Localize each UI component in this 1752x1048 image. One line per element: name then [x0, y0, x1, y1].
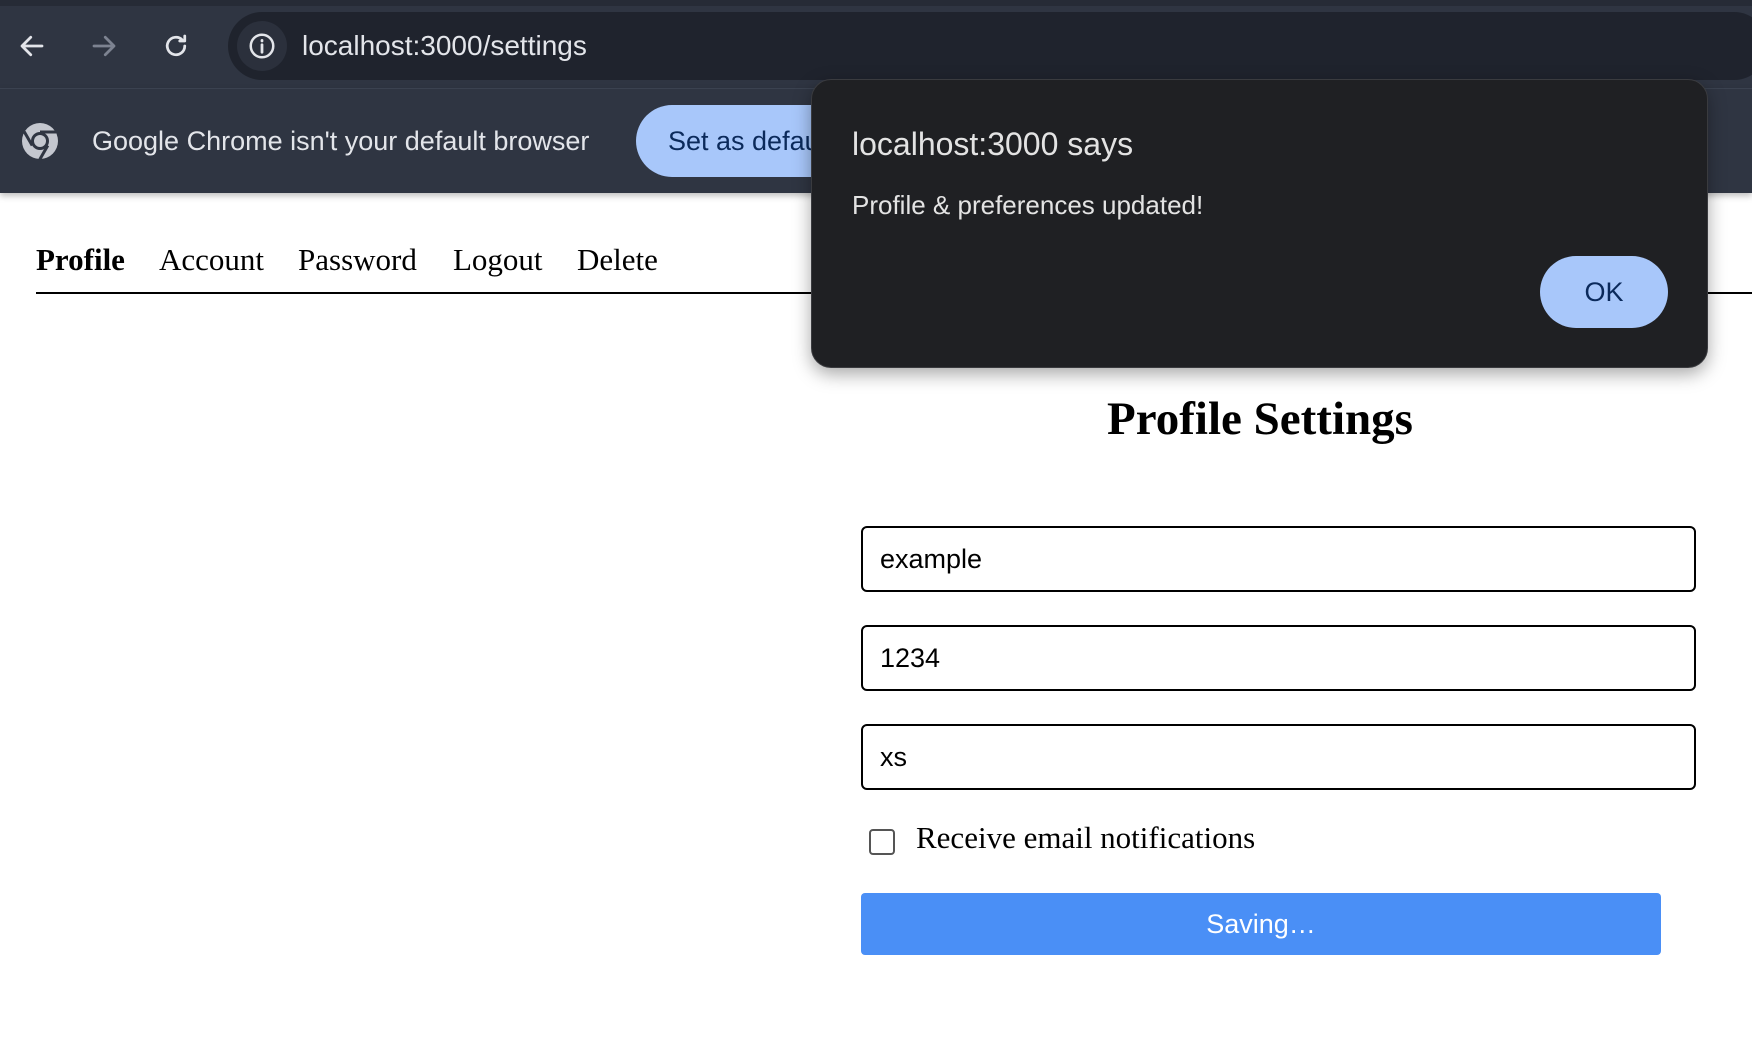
profile-field-2[interactable]	[861, 625, 1696, 691]
page-title: Profile Settings	[1107, 393, 1413, 445]
back-button[interactable]	[14, 28, 50, 64]
nav-profile[interactable]: Profile	[36, 242, 125, 278]
alert-message: Profile & preferences updated!	[852, 190, 1204, 220]
info-icon	[249, 33, 275, 59]
email-notifications-checkbox[interactable]	[869, 829, 895, 855]
chrome-logo-icon	[22, 123, 58, 161]
nav-delete[interactable]: Delete	[577, 242, 658, 278]
browser-toolbar: localhost:3000/settings	[0, 0, 1752, 88]
alert-ok-button[interactable]: OK	[1540, 256, 1668, 328]
nav-account[interactable]: Account	[159, 242, 264, 278]
alert-dialog: localhost:3000 says Profile & preference…	[811, 79, 1708, 368]
reload-button[interactable]	[158, 28, 194, 64]
save-button[interactable]: Saving…	[861, 893, 1661, 955]
arrow-right-icon	[92, 35, 116, 57]
arrow-left-icon	[20, 35, 44, 57]
profile-field-1[interactable]	[861, 526, 1696, 592]
nav-password[interactable]: Password	[298, 242, 417, 278]
email-notifications-label: Receive email notifications	[916, 820, 1256, 855]
profile-field-3[interactable]	[861, 724, 1696, 790]
reload-icon	[165, 34, 187, 57]
infobar-message: Google Chrome isn't your default browser	[92, 126, 590, 156]
address-bar[interactable]: localhost:3000/settings	[228, 12, 1752, 80]
url-text[interactable]: localhost:3000/settings	[302, 12, 587, 80]
nav-logout[interactable]: Logout	[453, 242, 543, 278]
alert-title: localhost:3000 says	[852, 126, 1134, 162]
forward-button[interactable]	[86, 28, 122, 64]
site-info-button[interactable]	[237, 21, 287, 71]
